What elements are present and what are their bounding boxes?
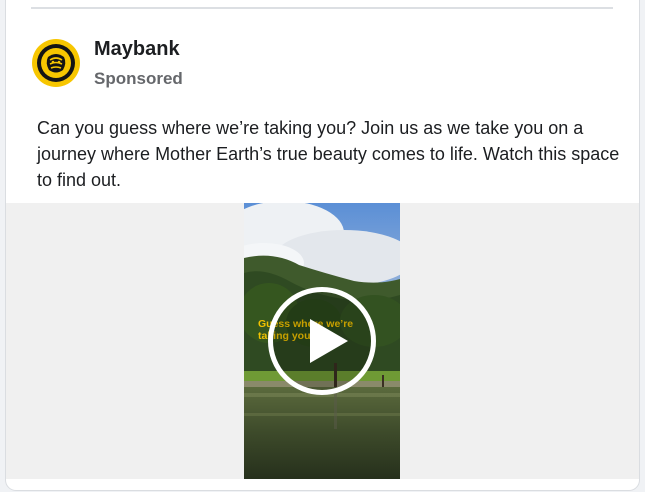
video-thumbnail[interactable]: Guess where we’re taking you?: [244, 203, 400, 479]
play-button[interactable]: [268, 287, 376, 395]
divider: [31, 7, 613, 9]
maybank-logo-icon[interactable]: [32, 39, 80, 87]
post-text: Can you guess where we’re taking you? Jo…: [37, 118, 620, 190]
sponsored-label[interactable]: Sponsored: [94, 68, 183, 90]
play-icon: [310, 319, 348, 363]
media-container: Guess where we’re taking you?: [6, 203, 639, 479]
post-card: Maybank Sponsored Can you guess where we…: [6, 0, 639, 490]
page-name-link[interactable]: Maybank: [94, 37, 183, 61]
post-header: Maybank Sponsored: [32, 35, 183, 91]
